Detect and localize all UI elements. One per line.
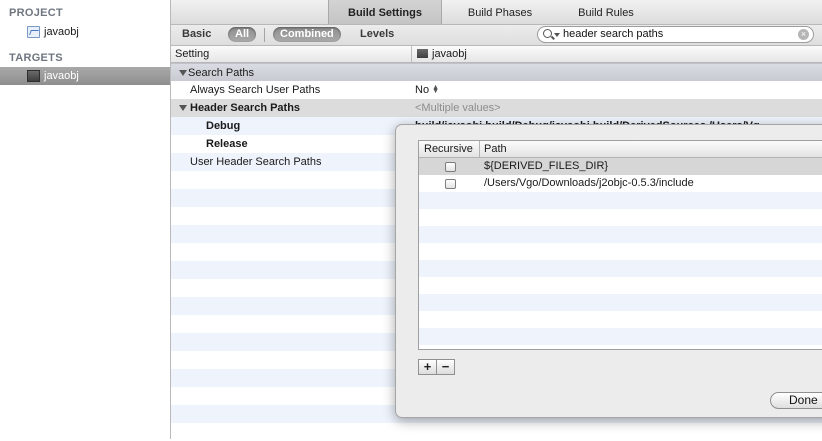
setting-label: Release xyxy=(206,138,248,150)
stepper-icon: ▲ ▼ xyxy=(432,84,439,96)
basic-button[interactable]: Basic xyxy=(175,27,218,42)
group-row-search-paths[interactable]: Search Paths xyxy=(171,63,822,81)
path-row-empty xyxy=(419,277,822,294)
setting-value: <Multiple values> xyxy=(415,102,501,114)
project-header: PROJECT xyxy=(9,7,64,19)
combined-button[interactable]: Combined xyxy=(273,27,341,42)
search-icon xyxy=(543,29,552,38)
sidebar-item-project[interactable]: javaobj xyxy=(0,23,170,41)
filter-bar: Basic All Combined Levels header search … xyxy=(171,25,822,46)
target-icon xyxy=(27,70,40,82)
editor-tab-bar: Build Settings Build Phases Build Rules xyxy=(171,0,822,25)
done-button[interactable]: Done xyxy=(770,392,822,409)
add-path-button[interactable]: + xyxy=(418,359,437,375)
levels-button[interactable]: Levels xyxy=(353,27,401,42)
target-column-title[interactable]: javaobj xyxy=(432,46,467,62)
navigator-sidebar: PROJECT javaobj TARGETS javaobj xyxy=(0,0,171,439)
all-button[interactable]: All xyxy=(228,27,257,42)
search-input[interactable]: header search paths xyxy=(563,28,663,41)
remove-path-button[interactable]: − xyxy=(436,359,455,375)
setting-label: Header Search Paths xyxy=(190,102,301,114)
column-divider[interactable] xyxy=(411,46,412,62)
disclosure-triangle-icon[interactable] xyxy=(179,70,187,76)
table-row-header-search[interactable]: Header Search Paths <Multiple values> xyxy=(171,99,822,117)
tab-build-settings[interactable]: Build Settings xyxy=(328,0,442,24)
recursive-column-title[interactable]: Recursive xyxy=(424,141,473,157)
path-row[interactable]: ${DERIVED_FILES_DIR} xyxy=(419,158,822,175)
path-row-empty xyxy=(419,328,822,345)
path-value[interactable]: ${DERIVED_FILES_DIR} xyxy=(484,158,608,175)
group-label: Search Paths xyxy=(188,67,255,79)
column-divider[interactable] xyxy=(479,141,480,157)
filter-separator xyxy=(264,28,265,42)
setting-value[interactable]: No ▲ ▼ xyxy=(415,81,439,99)
settings-column-header: Setting javaobj xyxy=(171,46,822,63)
paths-table: Recursive Path ${DERIVED_FILES_DIR} /Use… xyxy=(418,140,822,350)
setting-label: Debug xyxy=(206,120,241,132)
targets-header: TARGETS xyxy=(9,52,63,64)
tab-build-phases[interactable]: Build Phases xyxy=(451,0,549,24)
path-row-empty xyxy=(419,243,822,260)
sidebar-item-label: javaobj xyxy=(44,26,79,38)
path-column-title[interactable]: Path xyxy=(484,141,507,157)
path-row-empty xyxy=(419,311,822,328)
paths-table-header: Recursive Path xyxy=(419,141,822,158)
header-search-paths-popover: Recursive Path ${DERIVED_FILES_DIR} /Use… xyxy=(395,124,822,418)
recursive-checkbox[interactable] xyxy=(445,162,456,172)
search-field[interactable]: header search paths × xyxy=(537,26,814,43)
chevron-down-icon xyxy=(554,33,560,37)
sidebar-item-label: javaobj xyxy=(44,70,79,82)
path-row-empty xyxy=(419,192,822,209)
table-row xyxy=(171,423,822,441)
setting-label: User Header Search Paths xyxy=(190,156,322,168)
path-row[interactable]: /Users/Vgo/Downloads/j2objc-0.5.3/includ… xyxy=(419,175,822,192)
setting-column-title[interactable]: Setting xyxy=(175,46,209,62)
path-row-empty xyxy=(419,260,822,277)
clear-search-icon[interactable]: × xyxy=(798,29,809,40)
tab-build-rules[interactable]: Build Rules xyxy=(563,0,649,24)
setting-label: Always Search User Paths xyxy=(190,84,321,96)
sidebar-item-target[interactable]: javaobj xyxy=(0,67,170,85)
table-row-always-search[interactable]: Always Search User Paths No ▲ ▼ xyxy=(171,81,822,99)
path-value[interactable]: /Users/Vgo/Downloads/j2objc-0.5.3/includ… xyxy=(484,175,694,192)
project-file-icon xyxy=(27,26,40,38)
always-search-value: No xyxy=(415,84,430,96)
recursive-checkbox[interactable] xyxy=(445,179,456,189)
path-row-empty xyxy=(419,294,822,311)
path-row-empty xyxy=(419,226,822,243)
disclosure-triangle-icon[interactable] xyxy=(179,105,187,111)
target-icon xyxy=(417,49,428,58)
path-row-empty xyxy=(419,209,822,226)
